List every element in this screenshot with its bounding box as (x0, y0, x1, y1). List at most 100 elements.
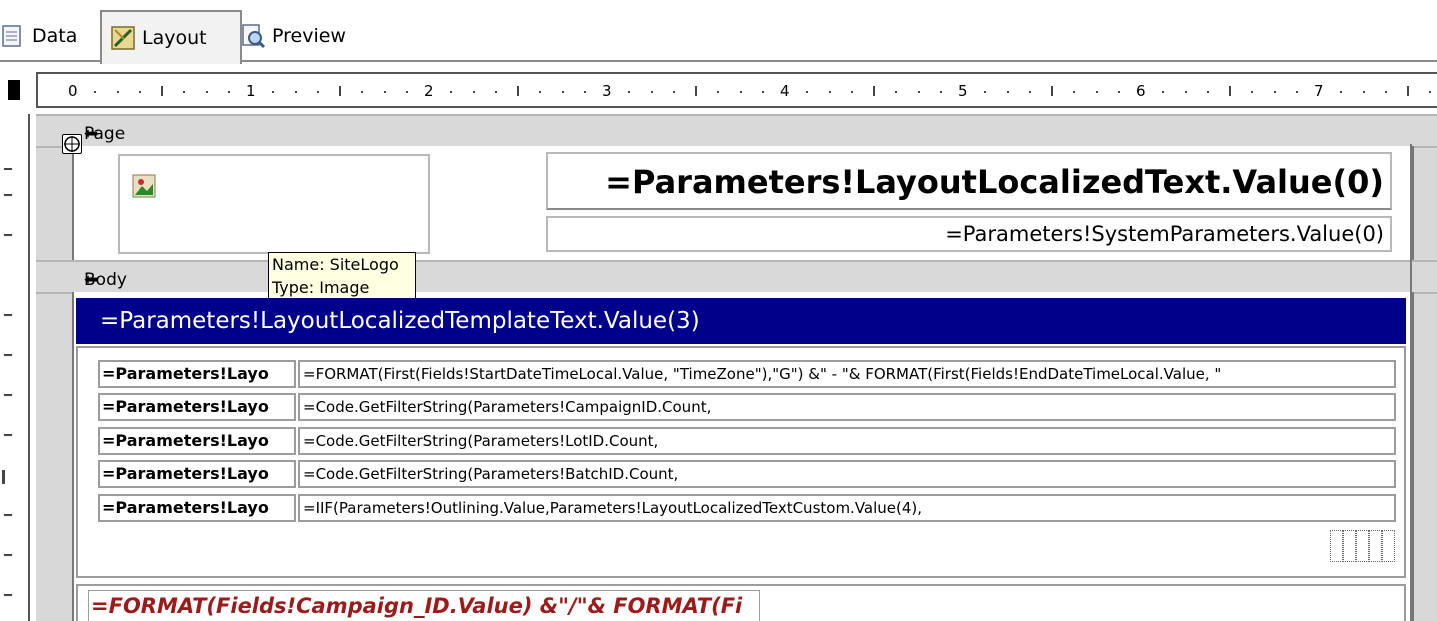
ruler-dot (116, 91, 119, 93)
tooltip-name: Name: SiteLogo (272, 255, 399, 274)
ruler-dot (383, 91, 386, 93)
ruler-tick (4, 554, 12, 556)
ruler-dot (583, 91, 586, 93)
ruler-dot (450, 91, 453, 93)
ruler-dot (1206, 91, 1209, 93)
ruler-dot (405, 91, 408, 93)
ruler-dot (183, 91, 186, 93)
ruler-dot (828, 91, 831, 93)
ruler-dot (1384, 91, 1387, 93)
row-handles[interactable] (1330, 530, 1396, 562)
ruler-dot (1429, 91, 1432, 93)
ruler-dot (205, 91, 208, 93)
row-handle[interactable] (1356, 530, 1369, 562)
report-title-textbox[interactable]: =Parameters!LayoutLocalizedText.Value(0) (546, 152, 1392, 210)
tab-layout-label: Layout (142, 27, 207, 49)
ruler-dot (1095, 91, 1098, 93)
ruler-dot (1162, 91, 1165, 93)
campaign-id-expression-textbox[interactable]: =FORMAT(Fields!Campaign_ID.Value) &"/"& … (88, 590, 760, 621)
ruler-mark: 4 (780, 82, 790, 100)
ruler-mark: 5 (958, 82, 968, 100)
ruler-dot (939, 91, 942, 93)
ruler-dot (1028, 91, 1031, 93)
ruler-tick (4, 394, 12, 396)
vertical-ruler (0, 114, 30, 621)
ruler-dot (138, 91, 141, 93)
designer-tab-bar: Data Layout Preview (0, 0, 1437, 64)
ruler-dot (494, 91, 497, 93)
filter-label-cell[interactable]: =Parameters!Layo (98, 494, 296, 522)
system-parameters-textbox[interactable]: =Parameters!SystemParameters.Value(0) (546, 216, 1392, 252)
ruler-dot (984, 91, 987, 93)
tab-data[interactable]: Data (0, 14, 96, 58)
ruler-dot (227, 91, 230, 93)
ruler-corner-marker (8, 80, 20, 100)
ruler-dot (850, 91, 853, 93)
ruler-half-tick (517, 86, 519, 96)
ruler-dot (761, 91, 764, 93)
tooltip-type: Type: Image (272, 278, 370, 297)
ruler-half-tick (873, 86, 875, 96)
filter-label-cell[interactable]: =Parameters!Layo (98, 460, 296, 488)
tab-layout[interactable]: Layout (100, 10, 242, 64)
row-handle[interactable] (1369, 530, 1382, 562)
filter-value-cell[interactable]: =Code.GetFilterString(Parameters!Campaig… (298, 393, 1396, 421)
ruler-mark: 0 (68, 82, 78, 100)
preview-icon (240, 23, 266, 49)
ruler-dot (1073, 91, 1076, 93)
ruler-tick (4, 168, 12, 170)
filter-table[interactable]: =Parameters!Layo =FORMAT(First(Fields!St… (76, 346, 1406, 578)
filter-label-cell[interactable]: =Parameters!Layo (98, 393, 296, 421)
filter-label-cell[interactable]: =Parameters!Layo (98, 427, 296, 455)
ruler-tick (4, 354, 12, 356)
ruler-mark: 3 (602, 82, 612, 100)
ruler-tick (4, 194, 12, 196)
filter-value-cell[interactable]: =Code.GetFilterString(Parameters!LotID.C… (298, 427, 1396, 455)
row-handle[interactable] (1382, 530, 1395, 562)
filter-value-cell[interactable]: =Code.GetFilterString(Parameters!BatchID… (298, 460, 1396, 488)
page-header-band-bar[interactable]: ⬅ Page Header (36, 114, 1437, 164)
ruler-mark: 7 (1314, 82, 1324, 100)
ruler-dot (628, 91, 631, 93)
data-icon (0, 23, 26, 49)
ruler-dot (294, 91, 297, 93)
ruler-dot (1006, 91, 1009, 93)
body-band-bar[interactable]: ⬅ Body (36, 260, 1437, 294)
tab-preview[interactable]: Preview (236, 14, 370, 58)
ruler-dot (1184, 91, 1187, 93)
filter-value-cell[interactable]: =FORMAT(First(Fields!StartDateTimeLocal.… (298, 360, 1396, 388)
ruler-dot (272, 91, 275, 93)
ruler-mark: 1 (246, 82, 256, 100)
ruler-dot (917, 91, 920, 93)
ruler-half-tick (1229, 86, 1231, 96)
ruler-dot (472, 91, 475, 93)
ruler-dot (895, 91, 898, 93)
tab-data-label: Data (32, 25, 78, 47)
ruler-dot (539, 91, 542, 93)
ruler-tick (4, 314, 12, 316)
item-tooltip: Name: SiteLogo Type: Image (268, 252, 416, 302)
ruler-dot (361, 91, 364, 93)
template-header-textbox[interactable]: =Parameters!LayoutLocalizedTemplateText.… (76, 298, 1406, 344)
row-handle[interactable] (1343, 530, 1356, 562)
ruler-dot (316, 91, 319, 93)
site-logo-image[interactable] (118, 154, 430, 254)
layout-icon (110, 25, 136, 51)
horizontal-ruler: 0 1 2 3 4 5 6 7 (36, 72, 1437, 108)
ruler-dot (717, 91, 720, 93)
row-handle[interactable] (1330, 530, 1343, 562)
ruler-half-tick (161, 86, 163, 96)
ruler-dot (561, 91, 564, 93)
report-right-edge (1410, 144, 1412, 621)
ruler-dot (1295, 91, 1298, 93)
ruler-dot (94, 91, 97, 93)
ruler-dot (739, 91, 742, 93)
ruler-mark: 6 (1136, 82, 1146, 100)
ruler-dot (1117, 91, 1120, 93)
move-handle-icon[interactable] (62, 134, 82, 154)
filter-label-cell[interactable]: =Parameters!Layo (98, 360, 296, 388)
ruler-half-tick (1051, 86, 1053, 96)
ruler-mark: 2 (424, 82, 434, 100)
ruler-dot (1273, 91, 1276, 93)
filter-value-cell[interactable]: =IIF(Parameters!Outlining.Value,Paramete… (298, 494, 1396, 522)
